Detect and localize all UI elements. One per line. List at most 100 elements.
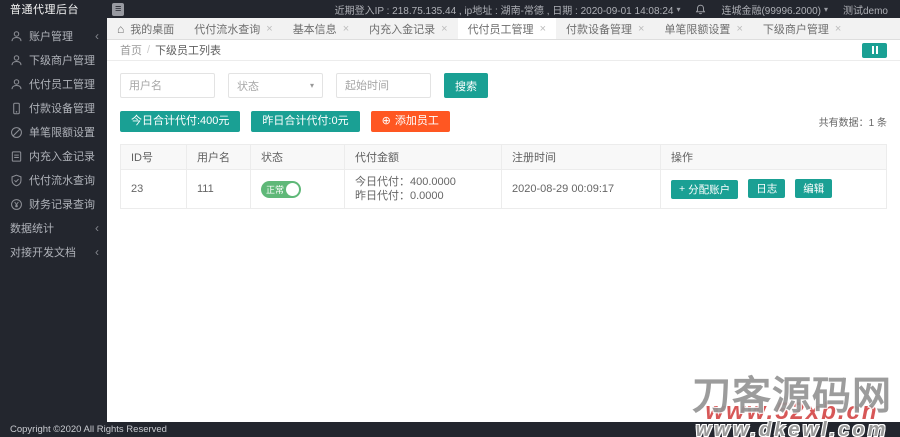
breadcrumb-home-link[interactable]: 首页 [120,42,142,58]
sidebar-item-label: 账户管理 [29,31,73,43]
summary-row: 今日合计代付:400元 昨日合计代付:0元 ⊕ 添加员工 共有数据：1 条 [120,111,887,132]
tab-label: 代付员工管理 [467,23,534,36]
tab-payout-flow-query[interactable]: 代付流水查询 × [184,18,282,39]
tab-bar: ⌂ 我的桌面 代付流水查询 × 基本信息 × 内充入金记录 × 代付员工管理 ×… [107,18,900,40]
slash-circle-icon [10,126,23,139]
login-info-dropdown[interactable]: 近期登入IP : 218.75.135.44 , ip地址 : 湖南-常德 , … [335,2,681,17]
username-label[interactable]: 测试demo [843,2,888,17]
chevron-left-icon: ‹ [95,29,99,43]
tab-sub-merchant-mgmt[interactable]: 下级商户管理 × [753,18,851,39]
amount-yesterday: 昨日代付：0.0000 [355,190,444,202]
sidebar-item-label: 付款设备管理 [29,103,95,115]
status-toggle-label: 正常 [266,184,285,195]
tab-label: 我的桌面 [130,23,175,36]
col-header-amount: 代付金额 [344,144,502,170]
hamburger-menu-icon[interactable]: ≡ [112,2,125,16]
cell-amount: 今日代付：400.0000 昨日代付：0.0000 [344,169,502,209]
tab-label: 内充入金记录 [369,23,436,36]
sidebar-item-finance-records-query[interactable]: 财务记录查询 [0,192,107,216]
collapse-tabs-button[interactable] [862,42,887,58]
today-total-badge[interactable]: 今日合计代付:400元 [120,111,241,132]
search-button[interactable]: 搜索 [444,73,488,98]
tab-label: 付款设备管理 [566,23,632,36]
page-content: 状态 ▾ 搜索 今日合计代付:400元 昨日合计代付:0元 ⊕ 添加员工 共有数… [107,61,900,209]
toggle-knob [286,182,299,196]
sidebar-item-label: 对接开发文档 [10,247,76,259]
close-icon[interactable]: × [266,23,272,35]
total-count-label: 共有数据：1 条 [818,118,887,129]
edit-button[interactable]: 编辑 [795,179,833,199]
close-icon[interactable]: × [441,23,447,35]
sidebar-item-data-statistics[interactable]: 数据统计 ‹ [0,216,107,240]
close-icon[interactable]: × [638,23,644,35]
user-icon [10,30,23,43]
col-header-actions: 操作 [660,144,887,170]
status-toggle[interactable]: 正常 [261,180,301,198]
coin-icon [10,198,23,211]
log-button[interactable]: 日志 [748,179,786,199]
add-staff-label: 添加员工 [394,115,439,127]
close-icon[interactable]: × [835,23,841,35]
cell-actions: + 分配账户 日志 编辑 [660,169,887,209]
status-select-value: 状态 [237,80,259,93]
document-icon [10,150,23,163]
breadcrumb-separator: / [147,44,151,56]
cell-id: 23 [120,169,187,209]
tab-single-limit-settings[interactable]: 单笔限额设置 × [654,18,752,39]
top-header-bar: 普通代理后台 ≡ 近期登入IP : 218.75.135.44 , ip地址 :… [0,0,900,18]
sidebar-item-label: 下级商户管理 [29,55,95,67]
col-header-status: 状态 [250,144,345,170]
sidebar-item-sub-merchant-mgmt[interactable]: 下级商户管理 [0,48,107,72]
merchant-dropdown[interactable]: 连城金融(99996.2000) ▾ [721,2,828,17]
tab-device-mgmt[interactable]: 付款设备管理 × [556,18,654,39]
user-icon [10,54,23,67]
tab-label: 单笔限额设置 [664,23,731,36]
tab-label: 代付流水查询 [194,23,261,36]
sidebar-item-label: 数据统计 [10,223,54,235]
tab-label: 下级商户管理 [762,23,829,36]
add-staff-button[interactable]: ⊕ 添加员工 [370,111,450,132]
close-icon[interactable]: × [540,23,546,35]
yesterday-total-badge[interactable]: 昨日合计代付:0元 [251,111,360,132]
sidebar-item-device-mgmt[interactable]: 付款设备管理 [0,96,107,120]
home-icon: ⌂ [117,21,125,36]
plus-icon: + [679,183,686,196]
tab-basic-info[interactable]: 基本信息 × [283,18,359,39]
chevron-left-icon: ‹ [95,245,99,259]
username-input[interactable] [120,73,215,98]
login-info-text: 近期登入IP : 218.75.135.44 , ip地址 : 湖南-常德 , … [334,5,674,17]
chevron-left-icon: ‹ [95,221,99,235]
col-header-register-time: 注册时间 [501,144,661,170]
brand-title: 普通代理后台 [10,4,79,16]
close-icon[interactable]: × [736,23,742,35]
table-header-row: ID号 用户名 状态 代付金额 注册时间 操作 [120,144,887,170]
user-icon [10,78,23,91]
sidebar-item-payout-staff-mgmt[interactable]: 代付员工管理 [0,72,107,96]
start-time-input[interactable] [336,73,431,98]
cell-status: 正常 [250,169,345,209]
breadcrumb: 首页 / 下级员工列表 [107,40,900,61]
tab-deposit-records[interactable]: 内充入金记录 × [359,18,457,39]
sidebar-nav: 账户管理 ‹ 下级商户管理 代付员工管理 付款设备管理 单笔限额设置 内充入金记… [0,18,107,422]
main-area: ⌂ 我的桌面 代付流水查询 × 基本信息 × 内充入金记录 × 代付员工管理 ×… [107,18,900,422]
chevron-down-icon: ▾ [309,81,314,90]
assign-account-label: 分配账户 [688,183,731,196]
table-row: 23 111 正常 今日代付：400.0000 昨日代付：0.0000 2020… [120,169,887,209]
sidebar-item-api-docs[interactable]: 对接开发文档 ‹ [0,240,107,264]
close-icon[interactable]: × [343,23,349,35]
sidebar-item-single-limit-settings[interactable]: 单笔限额设置 [0,120,107,144]
tab-payout-staff-mgmt[interactable]: 代付员工管理 × [457,18,556,39]
footer-bar: Copyright ©2020 All Rights Reserved [0,422,900,437]
sidebar-item-account-mgmt[interactable]: 账户管理 ‹ [0,24,107,48]
cell-username: 111 [186,169,251,209]
merchant-name: 连城金融(99996.2000) [721,5,821,17]
sidebar-item-label: 内充入金记录 [29,151,95,163]
amount-today: 今日代付：400.0000 [355,176,456,188]
assign-account-button[interactable]: + 分配账户 [671,179,739,199]
chevron-down-icon: ▾ [676,4,681,14]
sidebar-item-payout-flow-query[interactable]: 代付流水查询 [0,168,107,192]
status-select[interactable]: 状态 ▾ [228,73,323,98]
bell-icon[interactable] [695,4,706,15]
sidebar-item-deposit-records[interactable]: 内充入金记录 [0,144,107,168]
tab-my-desktop[interactable]: ⌂ 我的桌面 [107,18,184,39]
